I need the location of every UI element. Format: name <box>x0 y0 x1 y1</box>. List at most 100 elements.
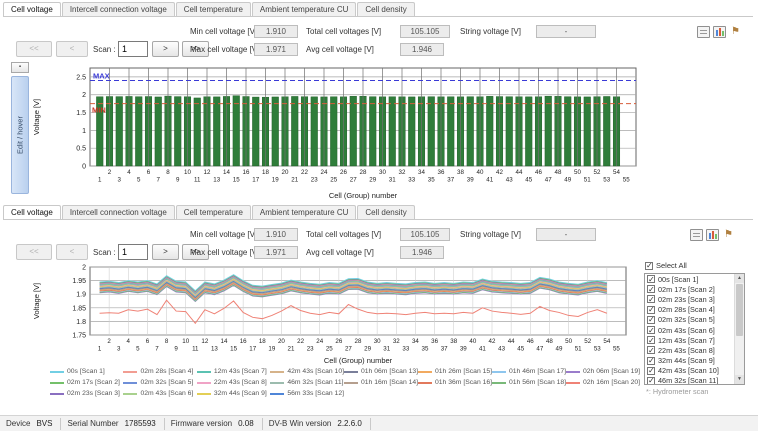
legend-line-swatch <box>418 382 432 384</box>
svg-text:19: 19 <box>272 177 279 184</box>
scan-list-item[interactable]: 32m 44s [Scan 9] <box>645 356 744 366</box>
scan-list-item[interactable]: 02m 43s [Scan 6] <box>645 325 744 335</box>
svg-text:15: 15 <box>233 177 240 184</box>
svg-text:27: 27 <box>345 346 352 353</box>
svg-text:7: 7 <box>155 346 159 353</box>
svg-text:5: 5 <box>137 177 141 184</box>
scan-list-item[interactable]: 02m 28s [Scan 4] <box>645 305 744 315</box>
svg-text:6: 6 <box>146 338 150 345</box>
tab-ambient-temperature-cu[interactable]: Ambient temperature CU <box>252 2 356 16</box>
checkbox-icon <box>647 346 655 354</box>
status-value: BVS <box>36 419 52 428</box>
scroll-down-icon[interactable]: ▼ <box>735 375 744 384</box>
next-scan-button[interactable]: > <box>152 244 179 260</box>
svg-text:45: 45 <box>517 346 524 353</box>
svg-text:1: 1 <box>98 346 102 353</box>
legend-item: 46m 32s [Scan 11] <box>270 377 344 388</box>
scan-list-item[interactable]: 02m 23s [Scan 3] <box>645 294 744 304</box>
svg-text:5: 5 <box>136 346 140 353</box>
tab-cell-density[interactable]: Cell density <box>357 205 414 219</box>
svg-text:36: 36 <box>438 169 445 176</box>
tab-cell-voltage[interactable]: Cell voltage <box>3 205 61 219</box>
scrollbar-thumb[interactable] <box>736 284 743 336</box>
tab-intercell-connection-voltage[interactable]: Intercell connection voltage <box>62 2 175 16</box>
tab-cell-temperature[interactable]: Cell temperature <box>176 2 251 16</box>
svg-text:14: 14 <box>221 338 228 345</box>
svg-text:MIN: MIN <box>92 106 106 115</box>
svg-text:39: 39 <box>467 177 474 184</box>
svg-text:51: 51 <box>584 177 591 184</box>
svg-text:48: 48 <box>555 169 562 176</box>
svg-text:25: 25 <box>330 177 337 184</box>
legend-label: 01h 36m [Scan 16] <box>435 379 492 386</box>
svg-text:1: 1 <box>98 177 102 184</box>
svg-text:52: 52 <box>584 338 591 345</box>
svg-text:17: 17 <box>249 346 256 353</box>
legend-line-swatch <box>566 382 580 384</box>
scan-list-item[interactable]: 46m 32s [Scan 11] <box>645 376 744 385</box>
svg-text:2: 2 <box>107 338 111 345</box>
checkbox-icon <box>645 262 653 270</box>
first-scan-button[interactable]: << <box>16 244 52 260</box>
first-scan-button[interactable]: << <box>16 41 52 57</box>
checkbox-icon <box>647 357 655 365</box>
table-view-icon[interactable] <box>690 229 703 241</box>
flag-icon[interactable]: ⚑ <box>722 229 735 241</box>
svg-text:40: 40 <box>469 338 476 345</box>
cell-voltage-line-panel: Cell voltageIntercell connection voltage… <box>0 203 758 414</box>
tab-cell-density[interactable]: Cell density <box>357 2 414 16</box>
scan-number-input[interactable] <box>118 244 148 260</box>
legend-line-swatch <box>344 371 358 373</box>
legend-column: 42m 43s [Scan 10]46m 32s [Scan 11]56m 33… <box>270 366 344 402</box>
min-cell-voltage-value: 1.910 <box>254 25 298 38</box>
scan-list-item[interactable]: 42m 43s [Scan 10] <box>645 366 744 376</box>
select-all-checkbox[interactable]: Select All <box>645 261 687 270</box>
tab-cell-temperature[interactable]: Cell temperature <box>176 205 251 219</box>
svg-text:19: 19 <box>268 346 275 353</box>
scan-list[interactable]: 00s [Scan 1]02m 17s [Scan 2]02m 23s [Sca… <box>644 273 745 385</box>
previous-scan-button[interactable]: < <box>56 244 88 260</box>
next-scan-button[interactable]: > <box>152 41 179 57</box>
scan-item-label: 22m 43s [Scan 8] <box>658 346 715 355</box>
scan-list-scrollbar[interactable]: ▲ ▼ <box>734 274 744 384</box>
legend-item: 01h 16m [Scan 14] <box>344 377 418 388</box>
chart-view-icon[interactable] <box>713 26 726 38</box>
svg-text:32: 32 <box>393 338 400 345</box>
svg-text:48: 48 <box>546 338 553 345</box>
scan-number-input[interactable] <box>118 41 148 57</box>
svg-text:26: 26 <box>340 169 347 176</box>
chart-view-icon[interactable] <box>706 229 719 241</box>
svg-text:9: 9 <box>174 346 178 353</box>
svg-text:4: 4 <box>127 169 131 176</box>
min-cell-voltage-label: Min cell voltage [V] <box>190 230 257 239</box>
legend-column: 12m 43s [Scan 7]22m 43s [Scan 8]32m 44s … <box>197 366 270 402</box>
tab-intercell-connection-voltage[interactable]: Intercell connection voltage <box>62 205 175 219</box>
scan-list-item[interactable]: 22m 43s [Scan 8] <box>645 345 744 355</box>
legend-label: 02m 17s [Scan 2] <box>67 379 120 386</box>
flag-icon[interactable]: ⚑ <box>729 26 742 38</box>
scroll-up-icon[interactable]: ▲ <box>735 274 744 283</box>
status-bar: DeviceBVSSerial Number1785593Firmware ve… <box>0 415 758 431</box>
legend-item: 02m 28s [Scan 4] <box>123 366 196 377</box>
tab-cell-voltage[interactable]: Cell voltage <box>3 2 61 16</box>
cell-voltage-line-chart: 1.751.81.851.91.952123456789101112131415… <box>30 261 636 365</box>
scan-list-item[interactable]: 00s [Scan 1] <box>645 274 744 284</box>
edit-hover-button[interactable]: Edit / hover <box>11 76 29 194</box>
legend-line-swatch <box>566 371 580 373</box>
legend-item: 00s [Scan 1] <box>50 366 123 377</box>
previous-scan-button[interactable]: < <box>56 41 88 57</box>
scan-list-item[interactable]: 12m 43s [Scan 7] <box>645 335 744 345</box>
svg-text:31: 31 <box>389 177 396 184</box>
scan-list-item[interactable]: 02m 17s [Scan 2] <box>645 284 744 294</box>
legend-line-swatch <box>50 393 64 395</box>
table-view-icon[interactable] <box>697 26 710 38</box>
scan-item-label: 02m 32s [Scan 5] <box>658 315 715 324</box>
avg-cell-voltage-value: 1.946 <box>400 246 444 259</box>
scan-list-item[interactable]: 02m 32s [Scan 5] <box>645 315 744 325</box>
legend-label: 12m 43s [Scan 7] <box>214 368 267 375</box>
svg-text:4: 4 <box>127 338 131 345</box>
tab-ambient-temperature-cu[interactable]: Ambient temperature CU <box>252 205 356 219</box>
svg-text:42: 42 <box>489 338 496 345</box>
collapse-panel-button[interactable]: ▪ <box>11 62 29 73</box>
legend-item: 02h 06m [Scan 19] <box>566 366 640 377</box>
